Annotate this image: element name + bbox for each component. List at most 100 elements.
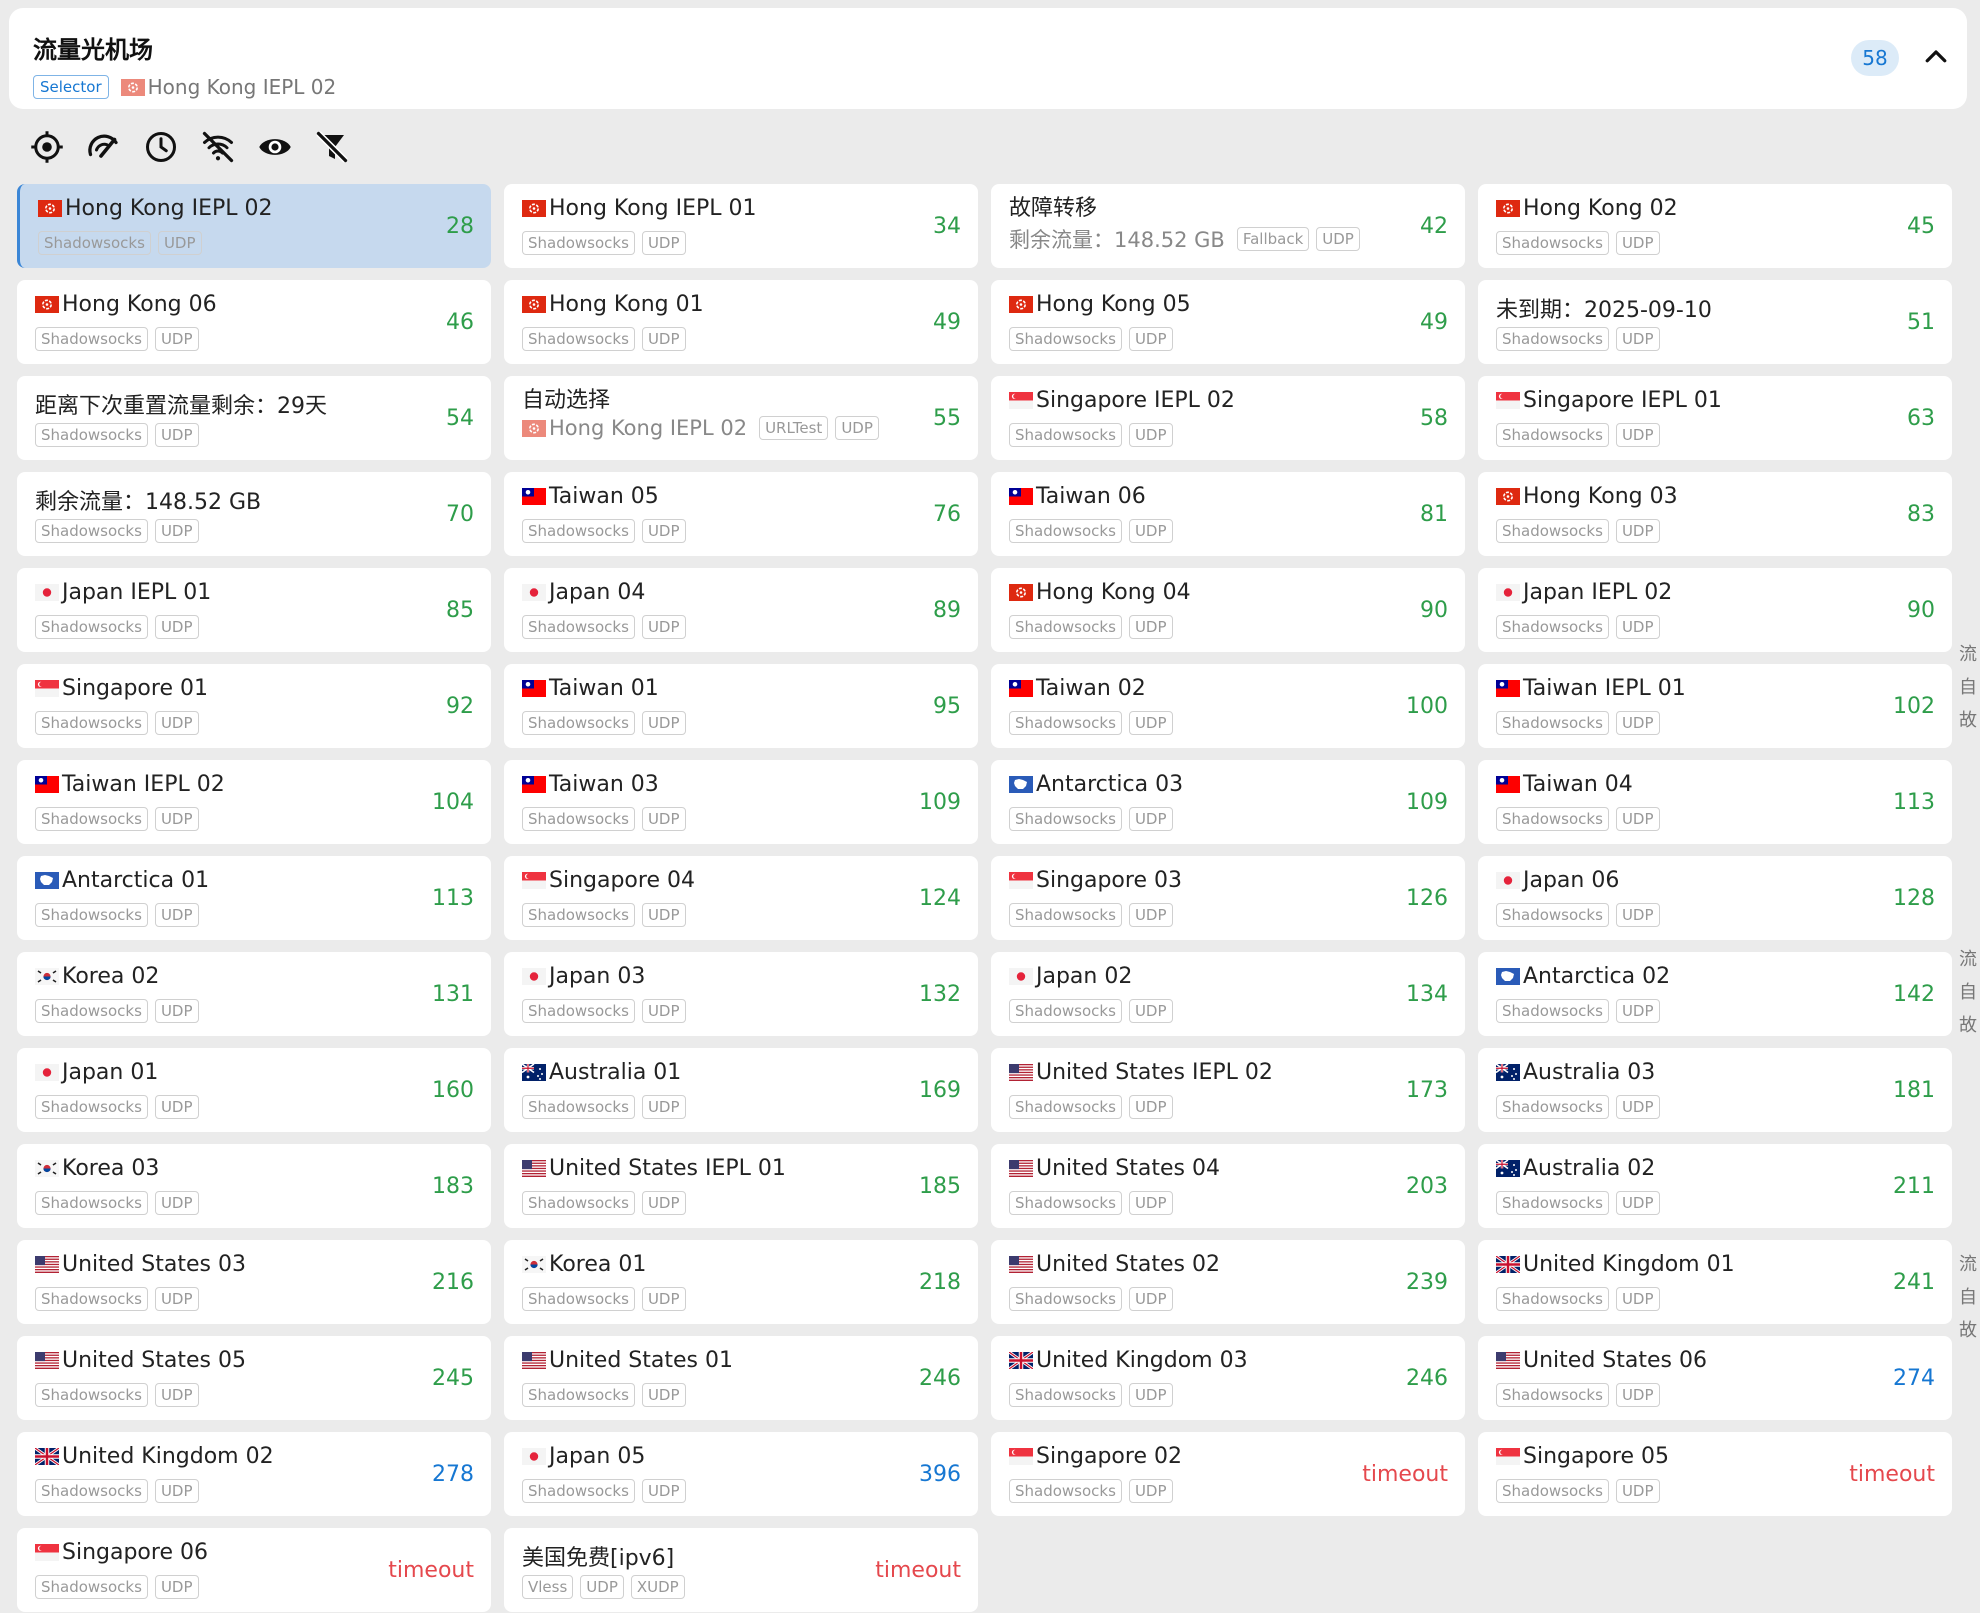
proxy-delay[interactable]: 28 — [446, 214, 474, 239]
proxy-delay[interactable]: 185 — [919, 1174, 961, 1199]
proxy-card[interactable]: Singapore 03 Shadowsocks UDP 126 — [991, 856, 1465, 940]
side-rail-item[interactable]: 故 — [1959, 1011, 1977, 1037]
proxy-delay[interactable]: 89 — [933, 598, 961, 623]
proxy-delay[interactable]: 109 — [919, 790, 961, 815]
proxy-delay[interactable]: 49 — [1420, 310, 1448, 335]
proxy-delay[interactable]: 58 — [1420, 406, 1448, 431]
proxy-delay[interactable]: 113 — [1893, 790, 1935, 815]
proxy-card[interactable]: Taiwan IEPL 01 Shadowsocks UDP 102 — [1478, 664, 1952, 748]
proxy-delay[interactable]: 34 — [933, 214, 961, 239]
proxy-delay[interactable]: 70 — [446, 502, 474, 527]
proxy-delay[interactable]: 245 — [432, 1366, 474, 1391]
proxy-delay[interactable]: 218 — [919, 1270, 961, 1295]
side-rail-item[interactable]: 故 — [1959, 1316, 1977, 1342]
proxy-delay[interactable]: 90 — [1907, 598, 1935, 623]
proxy-card[interactable]: Hong Kong IEPL 02 Shadowsocks UDP 28 — [17, 184, 491, 268]
proxy-delay[interactable]: 124 — [919, 886, 961, 911]
proxy-delay[interactable]: 181 — [1893, 1078, 1935, 1103]
proxy-card[interactable]: 剩余流量：148.52 GB Shadowsocks UDP 70 — [17, 472, 491, 556]
proxy-card[interactable]: Hong Kong IEPL 01 Shadowsocks UDP 34 — [504, 184, 978, 268]
proxy-delay[interactable]: 90 — [1420, 598, 1448, 623]
side-rail-item[interactable]: 流 — [1959, 640, 1977, 666]
proxy-card[interactable]: Singapore IEPL 01 Shadowsocks UDP 63 — [1478, 376, 1952, 460]
proxy-delay[interactable]: 278 — [432, 1462, 474, 1487]
proxy-delay[interactable]: 81 — [1420, 502, 1448, 527]
speed-test-icon[interactable] — [81, 125, 127, 169]
proxy-card[interactable]: Korea 02 Shadowsocks UDP 131 — [17, 952, 491, 1036]
proxy-card[interactable]: Taiwan IEPL 02 Shadowsocks UDP 104 — [17, 760, 491, 844]
proxy-delay[interactable]: 46 — [446, 310, 474, 335]
side-rail-item[interactable]: 自 — [1959, 978, 1977, 1004]
proxy-delay[interactable]: 49 — [933, 310, 961, 335]
filter-off-icon[interactable] — [309, 125, 355, 169]
proxy-delay[interactable]: 104 — [432, 790, 474, 815]
proxy-delay[interactable]: 100 — [1406, 694, 1448, 719]
proxy-card[interactable]: 未到期：2025-09-10 Shadowsocks UDP 51 — [1478, 280, 1952, 364]
side-rail-item[interactable]: 自 — [1959, 1283, 1977, 1309]
proxy-card[interactable]: Japan IEPL 01 Shadowsocks UDP 85 — [17, 568, 491, 652]
proxy-card[interactable]: 自动选择 Hong Kong IEPL 02 URLTest UDP 55 — [504, 376, 978, 460]
proxy-card[interactable]: Taiwan 04 Shadowsocks UDP 113 — [1478, 760, 1952, 844]
proxy-delay[interactable]: 134 — [1406, 982, 1448, 1007]
proxy-card[interactable]: Japan IEPL 02 Shadowsocks UDP 90 — [1478, 568, 1952, 652]
proxy-card[interactable]: Taiwan 03 Shadowsocks UDP 109 — [504, 760, 978, 844]
clock-sort-icon[interactable] — [138, 125, 184, 169]
proxy-delay[interactable]: 85 — [446, 598, 474, 623]
proxy-card[interactable]: Hong Kong 01 Shadowsocks UDP 49 — [504, 280, 978, 364]
side-rail-item[interactable]: 流 — [1959, 1250, 1977, 1276]
proxy-card[interactable]: Hong Kong 06 Shadowsocks UDP 46 — [17, 280, 491, 364]
proxy-card[interactable]: Antarctica 02 Shadowsocks UDP 142 — [1478, 952, 1952, 1036]
proxy-delay[interactable]: 216 — [432, 1270, 474, 1295]
proxy-delay[interactable]: 274 — [1893, 1366, 1935, 1391]
proxy-card[interactable]: Japan 01 Shadowsocks UDP 160 — [17, 1048, 491, 1132]
proxy-card[interactable]: Korea 03 Shadowsocks UDP 183 — [17, 1144, 491, 1228]
proxy-delay[interactable]: 55 — [933, 406, 961, 431]
proxy-delay[interactable]: 246 — [919, 1366, 961, 1391]
side-rail-item[interactable]: 故 — [1959, 706, 1977, 732]
proxy-card[interactable]: United States 01 Shadowsocks UDP 246 — [504, 1336, 978, 1420]
proxy-delay[interactable]: timeout — [1849, 1462, 1935, 1487]
proxy-card[interactable]: Taiwan 01 Shadowsocks UDP 95 — [504, 664, 978, 748]
unavailable-filter-icon[interactable] — [195, 125, 241, 169]
proxy-delay[interactable]: 131 — [432, 982, 474, 1007]
proxy-delay[interactable]: 109 — [1406, 790, 1448, 815]
proxy-card[interactable]: 美国免费[ipv6] Vless UDP XUDP timeout — [504, 1528, 978, 1612]
proxy-card[interactable]: United States 04 Shadowsocks UDP 203 — [991, 1144, 1465, 1228]
proxy-delay[interactable]: 142 — [1893, 982, 1935, 1007]
proxy-card[interactable]: Antarctica 01 Shadowsocks UDP 113 — [17, 856, 491, 940]
proxy-delay[interactable]: 203 — [1406, 1174, 1448, 1199]
proxy-card[interactable]: United States 03 Shadowsocks UDP 216 — [17, 1240, 491, 1324]
proxy-card[interactable]: Singapore 02 Shadowsocks UDP timeout — [991, 1432, 1465, 1516]
proxy-card[interactable]: Japan 02 Shadowsocks UDP 134 — [991, 952, 1465, 1036]
proxy-delay[interactable]: 211 — [1893, 1174, 1935, 1199]
proxy-delay[interactable]: 128 — [1893, 886, 1935, 911]
proxy-card[interactable]: Singapore IEPL 02 Shadowsocks UDP 58 — [991, 376, 1465, 460]
proxy-delay[interactable]: 95 — [933, 694, 961, 719]
proxy-delay[interactable]: 246 — [1406, 1366, 1448, 1391]
proxy-card[interactable]: Hong Kong 03 Shadowsocks UDP 83 — [1478, 472, 1952, 556]
proxy-card[interactable]: Taiwan 06 Shadowsocks UDP 81 — [991, 472, 1465, 556]
proxy-delay[interactable]: timeout — [1362, 1462, 1448, 1487]
proxy-card[interactable]: Japan 04 Shadowsocks UDP 89 — [504, 568, 978, 652]
locate-icon[interactable] — [24, 125, 70, 169]
proxy-card[interactable]: Australia 01 Shadowsocks UDP 169 — [504, 1048, 978, 1132]
proxy-card[interactable]: United Kingdom 01 Shadowsocks UDP 241 — [1478, 1240, 1952, 1324]
proxy-card[interactable]: Japan 03 Shadowsocks UDP 132 — [504, 952, 978, 1036]
side-rail-item[interactable]: 自 — [1959, 673, 1977, 699]
proxy-delay[interactable]: 173 — [1406, 1078, 1448, 1103]
proxy-delay[interactable]: 126 — [1406, 886, 1448, 911]
proxy-card[interactable]: Japan 06 Shadowsocks UDP 128 — [1478, 856, 1952, 940]
proxy-card[interactable]: United States IEPL 01 Shadowsocks UDP 185 — [504, 1144, 978, 1228]
proxy-card[interactable]: United Kingdom 02 Shadowsocks UDP 278 — [17, 1432, 491, 1516]
proxy-delay[interactable]: 92 — [446, 694, 474, 719]
proxy-card[interactable]: Taiwan 05 Shadowsocks UDP 76 — [504, 472, 978, 556]
proxy-card[interactable]: Singapore 01 Shadowsocks UDP 92 — [17, 664, 491, 748]
eye-icon[interactable] — [252, 125, 298, 169]
proxy-delay[interactable]: 51 — [1907, 310, 1935, 335]
proxy-delay[interactable]: 241 — [1893, 1270, 1935, 1295]
proxy-delay[interactable]: timeout — [875, 1558, 961, 1583]
proxy-delay[interactable]: 239 — [1406, 1270, 1448, 1295]
proxy-card[interactable]: Hong Kong 04 Shadowsocks UDP 90 — [991, 568, 1465, 652]
proxy-card[interactable]: United Kingdom 03 Shadowsocks UDP 246 — [991, 1336, 1465, 1420]
proxy-card[interactable]: Korea 01 Shadowsocks UDP 218 — [504, 1240, 978, 1324]
